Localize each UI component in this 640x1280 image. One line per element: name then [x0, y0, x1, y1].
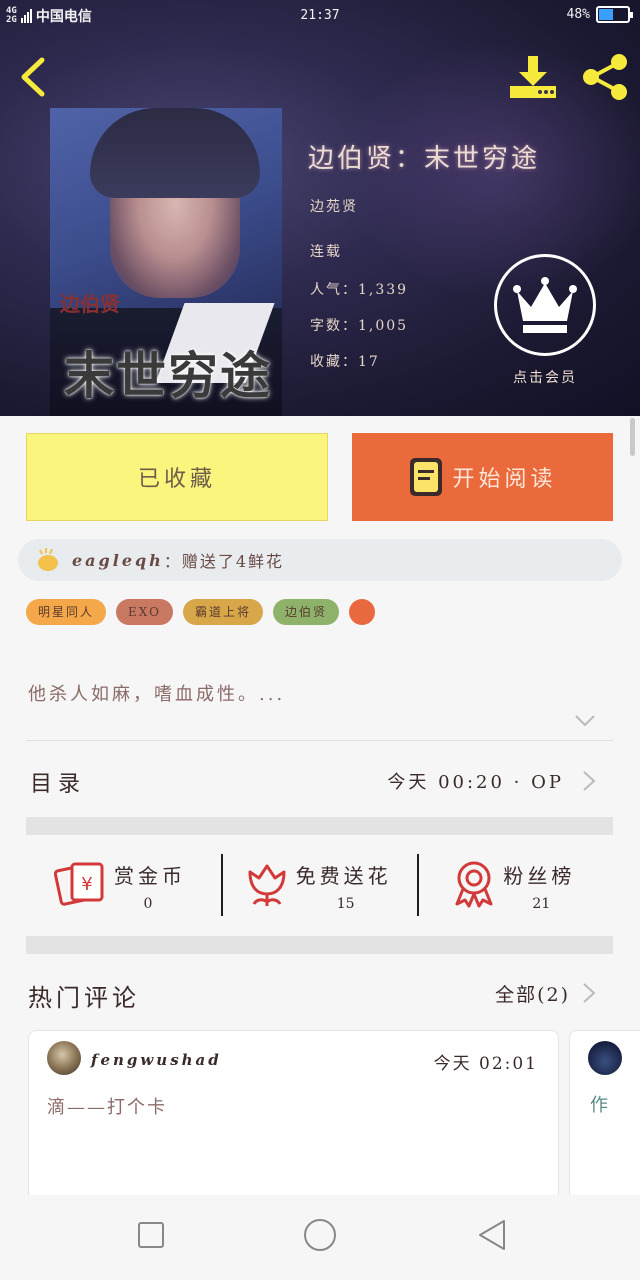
comment-time: 今天 02:01: [433, 1054, 538, 1074]
book-status: 连载: [310, 244, 342, 260]
chevron-down-icon[interactable]: [574, 714, 596, 728]
stat-separator: [221, 854, 223, 916]
crown-icon: [513, 277, 577, 333]
book-icon: [410, 458, 443, 496]
tag-0[interactable]: 明星同人: [26, 599, 107, 625]
status-bar: 4G 2G 中国电信 21:37 48%: [0, 0, 640, 32]
section-separator: [26, 817, 613, 835]
stat-fans[interactable]: 粉丝榜 21: [417, 850, 613, 920]
svg-text:¥: ¥: [81, 874, 92, 895]
chevron-right-icon[interactable]: [582, 982, 596, 1004]
gift-notice[interactable]: eagleqh ：赠送了4鲜花: [18, 539, 622, 581]
gift-text: ：赠送了4鲜花: [163, 552, 284, 571]
tag-1[interactable]: EXO: [116, 599, 173, 625]
stat-fans-value: 21: [532, 896, 551, 912]
comment-text: 滴——打个卡: [47, 1097, 167, 1118]
stat-reward-label: 赏金币: [114, 864, 186, 888]
battery-percent: 48%: [566, 7, 590, 22]
cover-title: 末世穷途: [64, 347, 272, 405]
toc-title[interactable]: 目录: [30, 766, 86, 798]
stat-separator: [417, 854, 419, 916]
clock: 21:37: [300, 8, 340, 23]
battery-icon: [596, 6, 633, 23]
status-right: 48%: [566, 6, 633, 23]
book-title: 边伯贤：末世穷途: [308, 144, 541, 174]
book-author[interactable]: 边苑贤: [310, 196, 358, 216]
favorited-label: 已收藏: [137, 467, 216, 492]
scrollbar[interactable]: [630, 418, 635, 456]
stats-row: ¥ 赏金币 0 免费送花 15 粉丝榜 21: [26, 850, 613, 920]
download-icon: [510, 56, 556, 98]
back-nav-icon[interactable]: [472, 1215, 512, 1255]
book-favorites: 收藏：17: [310, 354, 380, 370]
favorited-button[interactable]: 已收藏: [26, 433, 328, 521]
system-nav-bar: [0, 1195, 640, 1280]
comment-text: 作: [590, 1095, 608, 1116]
stat-fans-label: 粉丝榜: [503, 864, 576, 888]
home-icon[interactable]: [300, 1215, 340, 1255]
ribbon-badge-icon: [455, 861, 493, 908]
vip-label[interactable]: 点击会员: [470, 367, 620, 387]
comment-card[interactable]: fengwushad 今天 02:01 滴——打个卡: [28, 1030, 559, 1200]
start-reading-label: 开始阅读: [452, 467, 557, 492]
tag-more[interactable]: [348, 599, 375, 625]
cover-subtitle: 边伯贤: [60, 292, 120, 316]
stat-reward-value: 0: [143, 896, 153, 912]
hot-comments-title: 热门评论: [28, 984, 140, 1012]
all-comments-link[interactable]: 全部(2): [495, 980, 570, 1007]
download-button[interactable]: [506, 54, 560, 102]
avatar[interactable]: [47, 1041, 81, 1075]
toc-last-update[interactable]: 今天 00:20 · OP: [387, 768, 564, 794]
start-reading-button[interactable]: 开始阅读: [352, 433, 613, 521]
tag-list: 明星同人 EXO 霸道上将 边伯贤: [26, 599, 375, 625]
cover-hair: [90, 108, 260, 198]
section-separator: [26, 936, 613, 954]
share-button[interactable]: [578, 52, 632, 102]
stat-flowers-value: 15: [336, 896, 355, 912]
chevron-right-icon[interactable]: [582, 770, 596, 792]
reward-coin-icon: ¥: [54, 862, 104, 906]
share-icon: [583, 54, 627, 100]
stat-flowers-label: 免费送花: [295, 864, 392, 888]
book-cover[interactable]: 边伯贤 末世穷途: [50, 108, 282, 416]
comment-username[interactable]: fengwushad: [91, 1051, 222, 1069]
tag-3[interactable]: 边伯贤: [272, 599, 339, 625]
comment-card[interactable]: 作: [569, 1030, 640, 1200]
book-popularity: 人气：1,339: [310, 282, 409, 298]
gift-username[interactable]: eagleqh: [72, 551, 164, 570]
stat-flowers[interactable]: 免费送花 15: [222, 850, 418, 920]
chevron-left-icon: [21, 57, 45, 97]
flower-icon: [248, 864, 286, 906]
tag-2[interactable]: 霸道上将: [182, 599, 263, 625]
avatar[interactable]: [588, 1041, 622, 1075]
clap-hand-icon: [38, 548, 58, 571]
recent-apps-icon[interactable]: [131, 1215, 171, 1255]
back-button[interactable]: [14, 54, 54, 100]
vip-button[interactable]: [494, 254, 596, 356]
book-header: 4G 2G 中国电信 21:37 48% 边伯贤 末世穷途 边伯贤：末世穷途 边…: [0, 0, 640, 416]
book-summary: 他杀人如麻，嗜血成性。...: [28, 684, 286, 705]
divider: [26, 740, 613, 741]
stat-reward[interactable]: ¥ 赏金币 0: [26, 850, 222, 920]
book-word-count: 字数：1,005: [310, 318, 409, 334]
